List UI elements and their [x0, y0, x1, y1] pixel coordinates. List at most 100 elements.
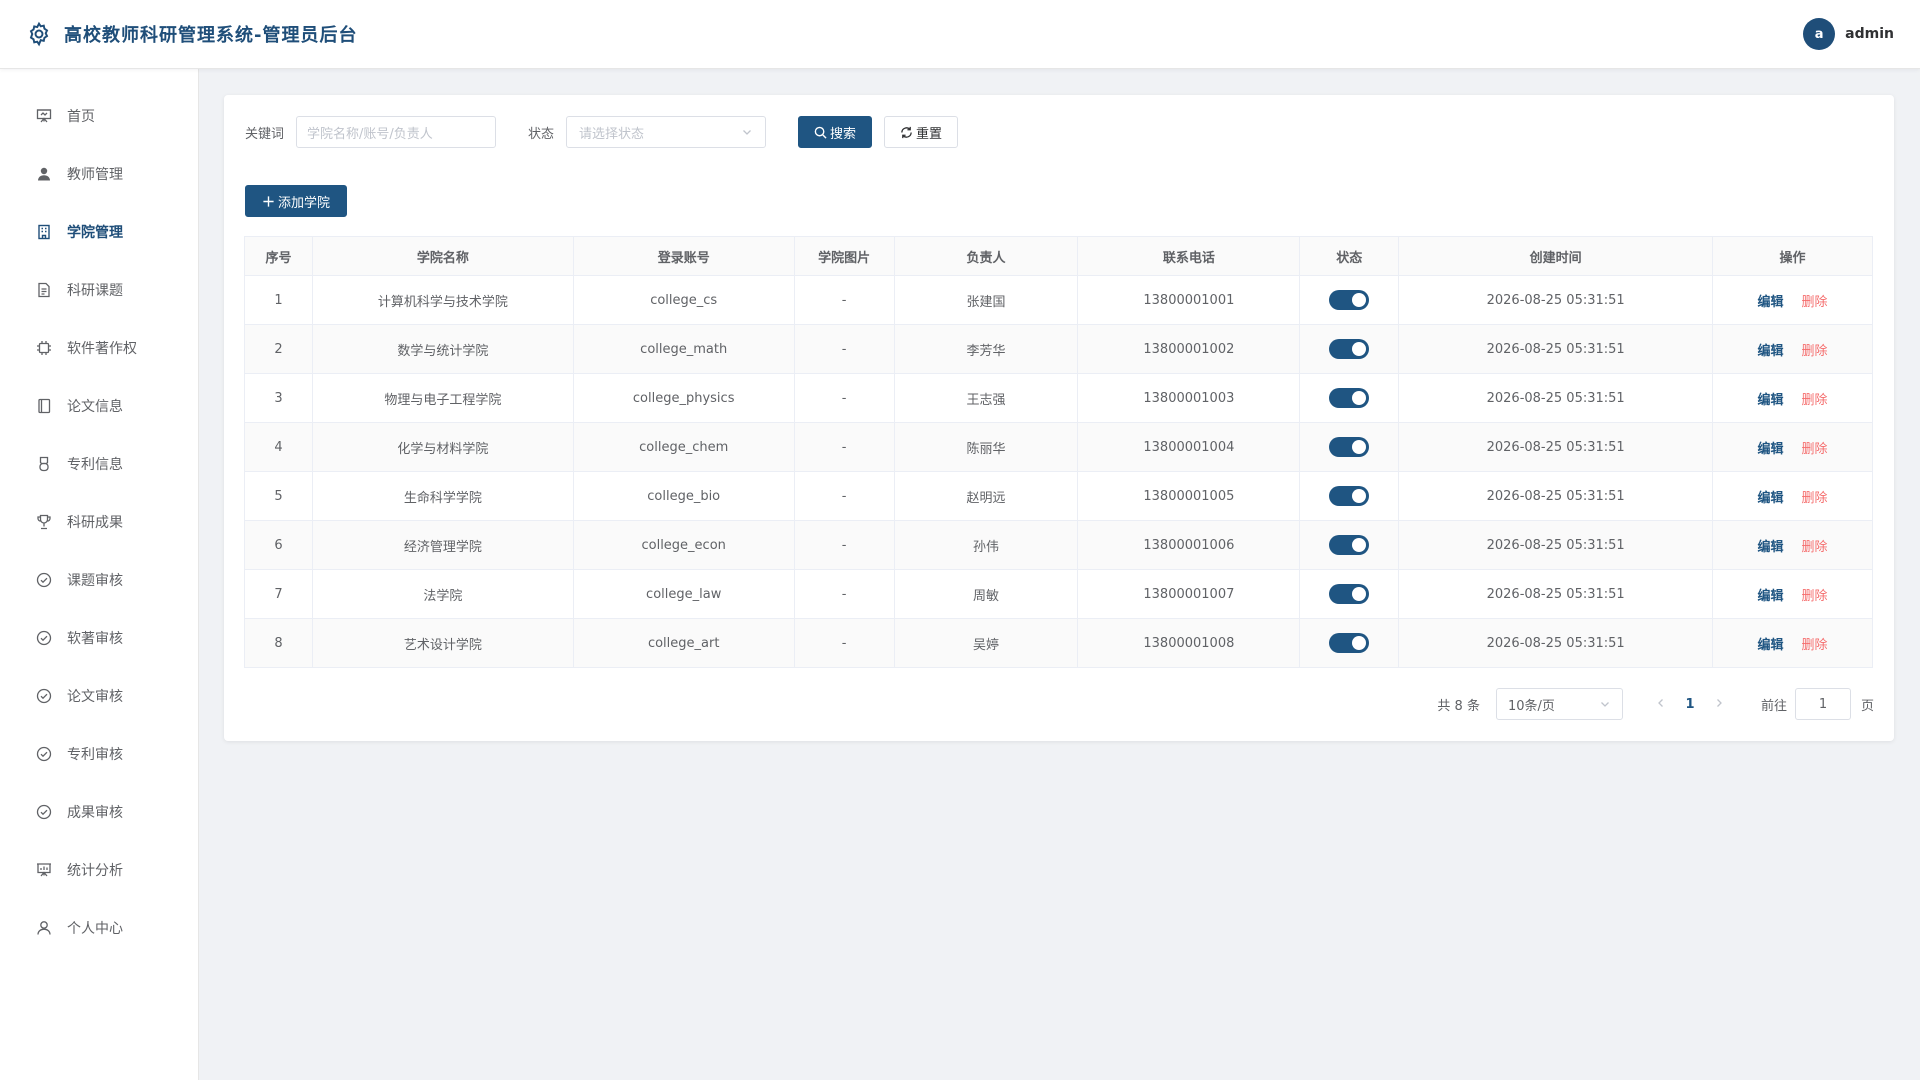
- sidebar-item-colleges[interactable]: 学院管理: [0, 203, 198, 261]
- sidebar-item-label: 统计分析: [67, 863, 123, 879]
- page-size-select[interactable]: 10条/页: [1495, 688, 1623, 720]
- status-toggle[interactable]: [1329, 290, 1370, 310]
- cell-actions: 编辑 删除: [1712, 618, 1873, 668]
- status-toggle[interactable]: [1329, 388, 1370, 408]
- table-row: 5 生命科学学院 college_bio - 赵明远 13800001005 2…: [244, 471, 1873, 521]
- cell-actions: 编辑 删除: [1712, 373, 1873, 423]
- cell-phone: 13800001004: [1077, 422, 1301, 472]
- cell-status: [1299, 275, 1400, 325]
- user-menu[interactable]: a admin: [1803, 18, 1894, 50]
- sidebar-item-achievement-review[interactable]: 成果审核: [0, 783, 198, 841]
- sidebar-item-software-copyright[interactable]: 软件著作权: [0, 319, 198, 377]
- cell-status: [1299, 520, 1400, 570]
- sidebar-item-teachers[interactable]: 教师管理: [0, 145, 198, 203]
- status-toggle[interactable]: [1329, 633, 1370, 653]
- column-header: 负责人: [893, 236, 1079, 276]
- edit-button[interactable]: 编辑: [1758, 589, 1784, 604]
- sidebar-item-patents[interactable]: 专利信息: [0, 435, 198, 493]
- edit-button[interactable]: 编辑: [1758, 295, 1784, 310]
- sidebar-item-patent-review[interactable]: 专利审核: [0, 725, 198, 783]
- column-header: 联系电话: [1077, 236, 1301, 276]
- table-row: 2 数学与统计学院 college_math - 李芳华 13800001002…: [244, 324, 1873, 374]
- delete-button[interactable]: 删除: [1802, 442, 1828, 457]
- cell-created: 2026-08-25 05:31:51: [1398, 422, 1714, 472]
- delete-button[interactable]: 删除: [1802, 295, 1828, 310]
- delete-button[interactable]: 删除: [1802, 393, 1828, 408]
- status-toggle[interactable]: [1329, 339, 1370, 359]
- sidebar-item-projects[interactable]: 科研课题: [0, 261, 198, 319]
- delete-button[interactable]: 删除: [1802, 638, 1828, 653]
- refresh-icon: [901, 126, 912, 138]
- cell-image: -: [793, 422, 895, 472]
- add-college-button[interactable]: 添加学院: [245, 185, 347, 217]
- user-icon: [35, 165, 53, 183]
- goto-page-input[interactable]: 1: [1794, 688, 1851, 720]
- page-suffix: 页: [1860, 698, 1874, 714]
- cell-leader: 李芳华: [893, 324, 1079, 374]
- keyword-input[interactable]: 学院名称/账号/负责人: [296, 116, 497, 148]
- sidebar-item-papers[interactable]: 论文信息: [0, 377, 198, 435]
- app-title: 高校教师科研管理系统-管理员后台: [64, 25, 358, 46]
- cell-created: 2026-08-25 05:31:51: [1398, 373, 1714, 423]
- keyword-label: 关键词: [245, 126, 285, 142]
- presentation-icon: [35, 107, 53, 125]
- trophy-icon: [35, 513, 53, 531]
- sidebar-item-software-review[interactable]: 软著审核: [0, 609, 198, 667]
- sidebar-item-home[interactable]: 首页: [0, 87, 198, 145]
- status-toggle[interactable]: [1329, 486, 1370, 506]
- cell-leader: 王志强: [893, 373, 1079, 423]
- next-page-button[interactable]: [1705, 697, 1733, 712]
- edit-button[interactable]: 编辑: [1758, 491, 1784, 506]
- goto-label: 前往: [1760, 698, 1787, 714]
- status-toggle[interactable]: [1329, 437, 1370, 457]
- sidebar-item-label: 科研成果: [67, 515, 123, 531]
- chevron-down-icon: [743, 130, 751, 135]
- cell-created: 2026-08-25 05:31:51: [1398, 275, 1714, 325]
- delete-button[interactable]: 删除: [1802, 344, 1828, 359]
- cpu-icon: [35, 339, 53, 357]
- edit-button[interactable]: 编辑: [1758, 638, 1784, 653]
- sidebar-item-profile[interactable]: 个人中心: [0, 899, 198, 957]
- prev-page-button[interactable]: [1647, 697, 1675, 712]
- avatar[interactable]: a: [1803, 18, 1836, 50]
- status-toggle[interactable]: [1329, 584, 1370, 604]
- cell-phone: 13800001001: [1077, 275, 1301, 325]
- edit-button[interactable]: 编辑: [1758, 442, 1784, 457]
- username[interactable]: admin: [1845, 26, 1894, 42]
- content-card: 关键词 学院名称/账号/负责人 状态 请选择状态 搜索 重置 添加学院 序号 学…: [224, 95, 1894, 741]
- cell-index: 5: [244, 471, 313, 521]
- status-toggle[interactable]: [1329, 535, 1370, 555]
- edit-button[interactable]: 编辑: [1758, 344, 1784, 359]
- search-button[interactable]: 搜索: [798, 116, 873, 148]
- delete-button[interactable]: 删除: [1802, 540, 1828, 555]
- cell-status: [1299, 569, 1400, 619]
- table-row: 6 经济管理学院 college_econ - 孙伟 13800001006 2…: [244, 520, 1873, 570]
- reset-button[interactable]: 重置: [884, 116, 959, 148]
- cell-created: 2026-08-25 05:31:51: [1398, 520, 1714, 570]
- sidebar-item-project-review[interactable]: 课题审核: [0, 551, 198, 609]
- cell-created: 2026-08-25 05:31:51: [1398, 618, 1714, 668]
- sidebar-item-label: 论文信息: [67, 399, 123, 415]
- edit-button[interactable]: 编辑: [1758, 393, 1784, 408]
- sidebar-item-label: 论文审核: [67, 689, 123, 705]
- status-select[interactable]: 请选择状态: [566, 116, 767, 148]
- sidebar-item-paper-review[interactable]: 论文审核: [0, 667, 198, 725]
- delete-button[interactable]: 删除: [1802, 491, 1828, 506]
- sidebar-item-statistics[interactable]: 统计分析: [0, 841, 198, 899]
- cell-actions: 编辑 删除: [1712, 422, 1873, 472]
- cell-actions: 编辑 删除: [1712, 520, 1873, 570]
- delete-button[interactable]: 删除: [1802, 589, 1828, 604]
- cell-phone: 13800001005: [1077, 471, 1301, 521]
- page-number-current[interactable]: 1: [1675, 697, 1705, 712]
- edit-button[interactable]: 编辑: [1758, 540, 1784, 555]
- sidebar-item-achievements[interactable]: 科研成果: [0, 493, 198, 551]
- cell-status: [1299, 324, 1400, 374]
- column-header: 状态: [1299, 236, 1400, 276]
- status-label: 状态: [528, 126, 555, 142]
- table-row: 4 化学与材料学院 college_chem - 陈丽华 13800001004…: [244, 422, 1873, 472]
- sidebar-item-label: 课题审核: [67, 573, 123, 589]
- plus-icon: [263, 195, 274, 207]
- cell-name: 生命科学学院: [311, 471, 574, 521]
- cell-index: 2: [244, 324, 313, 374]
- cell-created: 2026-08-25 05:31:51: [1398, 569, 1714, 619]
